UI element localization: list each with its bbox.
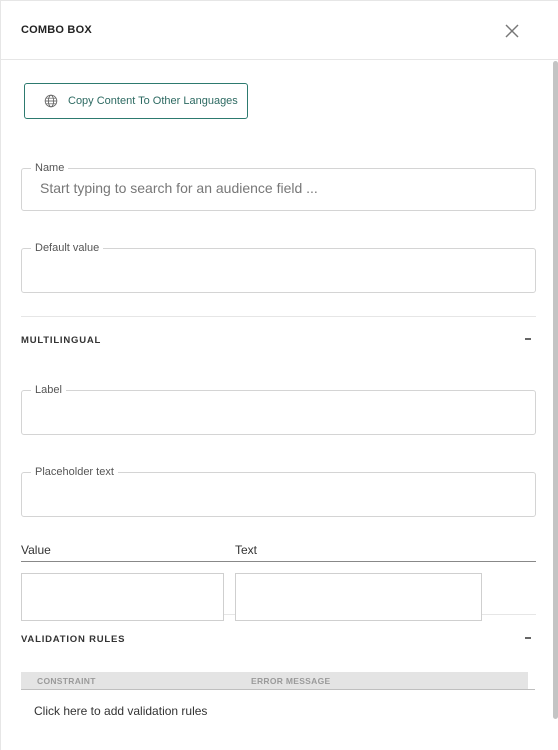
multilingual-collapse-button[interactable]	[521, 332, 535, 346]
default-value-field[interactable]: Default value	[21, 241, 536, 293]
validation-table-header-line	[21, 689, 535, 690]
validation-section-title: VALIDATION RULES	[21, 634, 126, 645]
panel-header: COMBO BOX	[1, 1, 558, 60]
validation-collapse-button[interactable]	[521, 631, 535, 645]
label-field-label: Label	[31, 383, 66, 397]
section-divider	[21, 316, 536, 317]
placeholder-text-field[interactable]: Placeholder text	[21, 465, 536, 517]
name-field-label: Name	[31, 161, 69, 175]
scrollbar[interactable]	[553, 61, 558, 719]
default-value-input[interactable]	[40, 260, 510, 276]
value-column-header: Value	[21, 543, 51, 557]
cell-gap-line	[224, 614, 235, 615]
close-icon	[505, 24, 519, 38]
cell-gap-line-right	[482, 614, 536, 615]
text-column-header: Text	[235, 543, 258, 557]
label-field[interactable]: Label	[21, 383, 536, 435]
name-field[interactable]: Name	[21, 161, 536, 211]
combo-box-panel: COMBO BOX Copy Content To Other Language…	[0, 0, 558, 750]
error-message-column-header: ERROR MESSAGE	[251, 676, 331, 686]
globe-icon	[44, 94, 58, 108]
constraint-column-header: CONSTRAINT	[37, 676, 96, 686]
copy-content-label: Copy Content To Other Languages	[68, 95, 238, 107]
placeholder-text-input[interactable]	[40, 484, 510, 500]
panel-title: COMBO BOX	[21, 24, 92, 36]
add-validation-rules-link[interactable]: Click here to add validation rules	[34, 704, 207, 718]
label-input[interactable]	[40, 402, 510, 418]
multilingual-section-title: MULTILINGUAL	[21, 335, 102, 346]
name-input[interactable]	[40, 180, 510, 196]
default-value-label: Default value	[31, 241, 104, 255]
close-button[interactable]	[501, 20, 523, 42]
value-cell-input[interactable]	[21, 573, 224, 621]
value-text-header-line	[21, 561, 536, 562]
text-cell-input[interactable]	[235, 573, 482, 621]
copy-content-button[interactable]: Copy Content To Other Languages	[24, 83, 248, 119]
placeholder-text-label: Placeholder text	[31, 465, 118, 479]
